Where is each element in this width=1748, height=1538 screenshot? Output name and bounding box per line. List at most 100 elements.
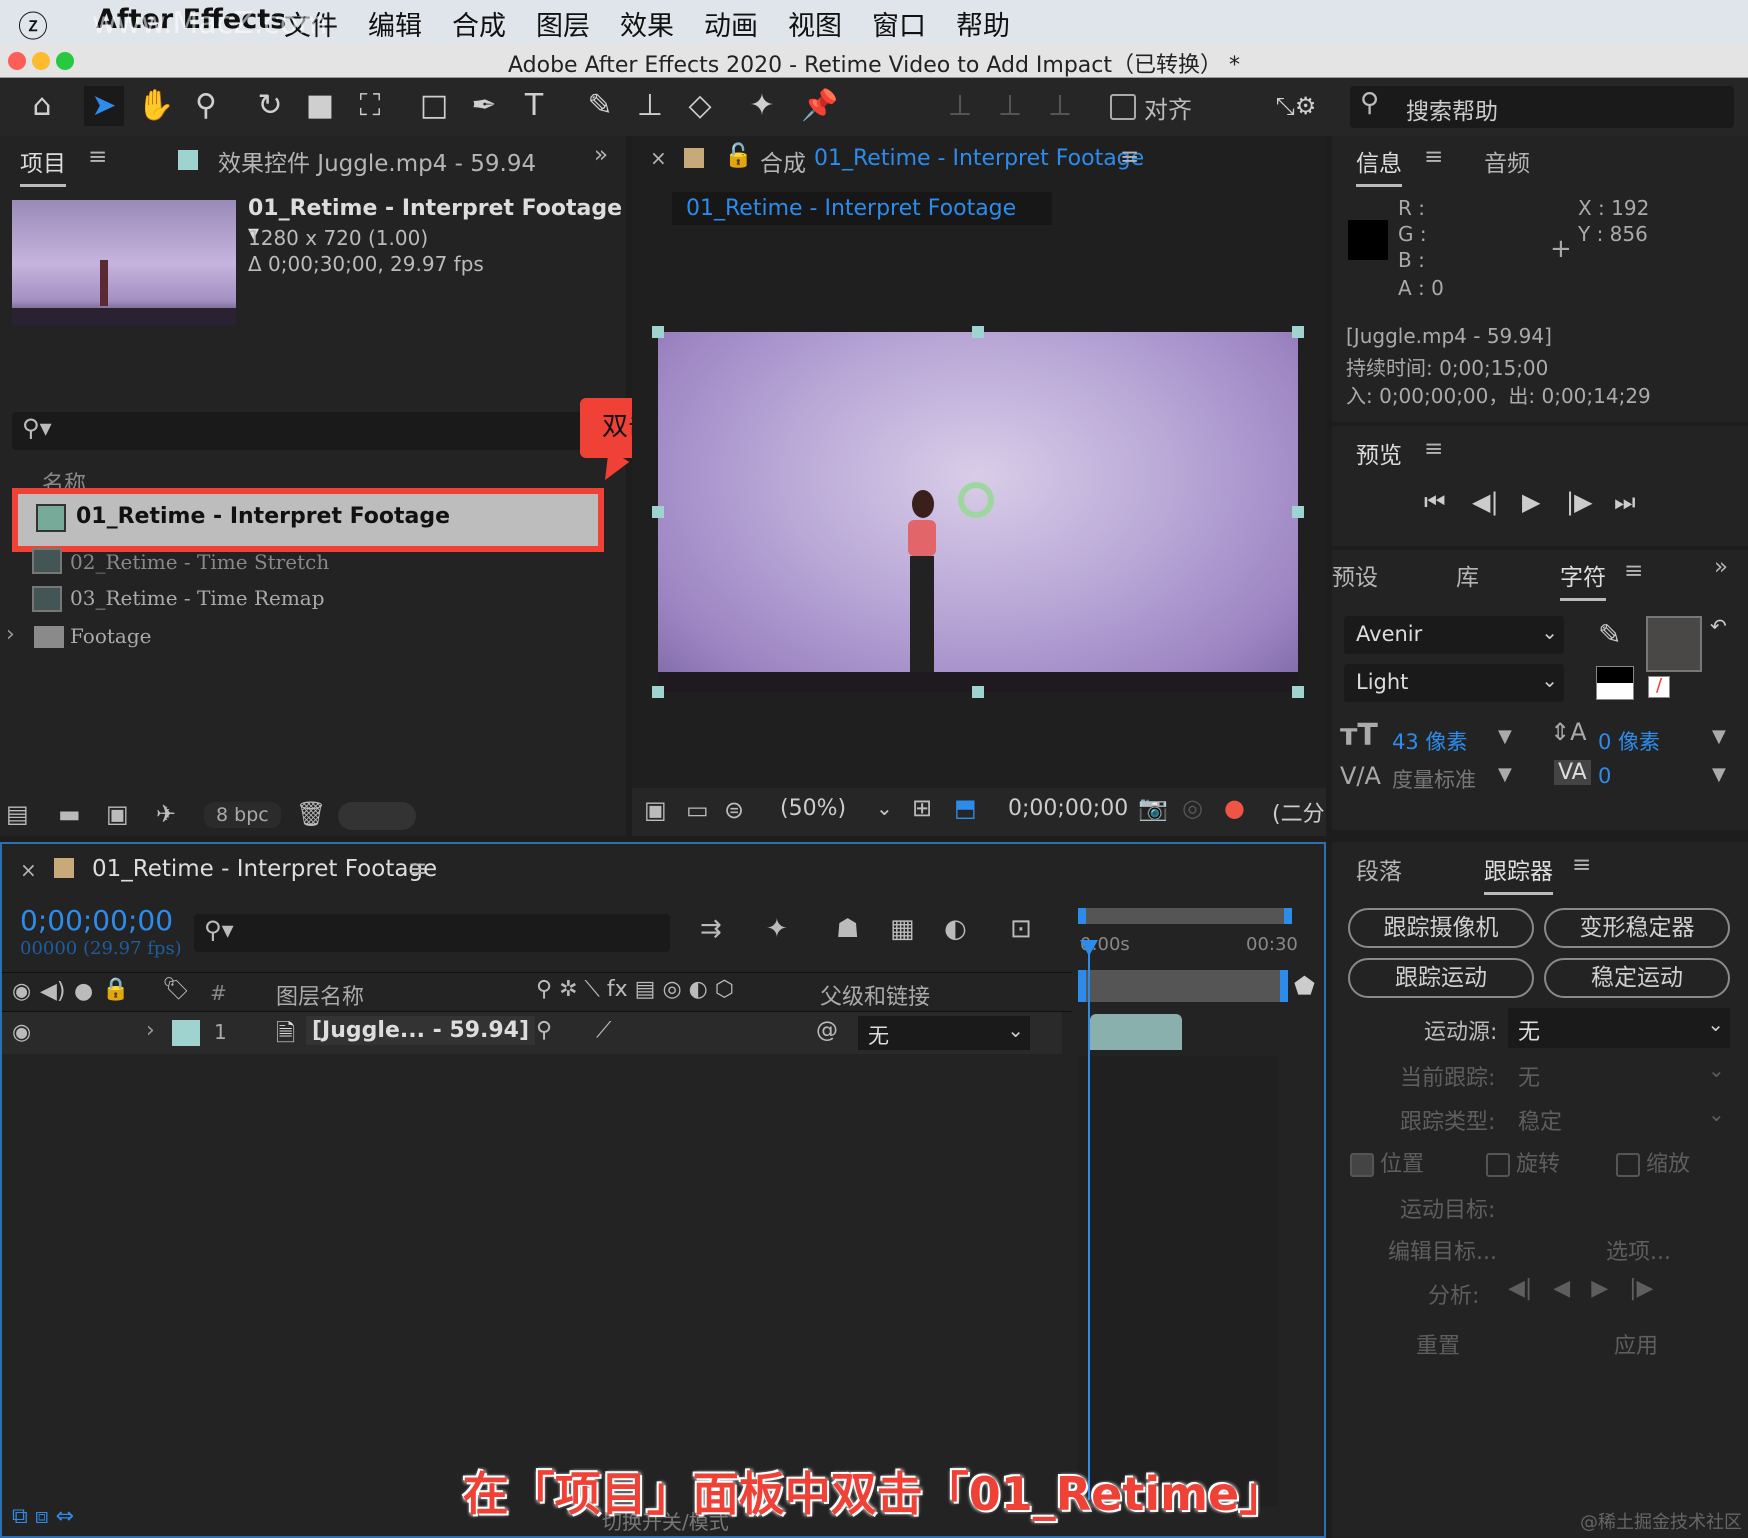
timeline-search-input[interactable]: ⚲▾ xyxy=(194,914,670,952)
transparency-grid-icon[interactable]: ⬒ xyxy=(954,794,977,822)
project-item-02[interactable]: 02_Retime - Time Stretch xyxy=(30,544,590,578)
layer-handle-tm[interactable] xyxy=(972,326,984,338)
brush-tool-icon[interactable]: ✎ xyxy=(580,86,620,126)
collapse-switch-icon[interactable]: ⚲ xyxy=(536,1018,552,1043)
tab-timeline[interactable]: 01_Retime - Interpret Footage xyxy=(92,856,437,882)
mask-icon[interactable]: ⊜ xyxy=(724,796,744,824)
comp-marker-icon[interactable]: ⬟ xyxy=(1294,972,1315,1000)
trash-icon[interactable]: 🗑 xyxy=(296,800,326,828)
axis-mode-icon[interactable]: ⟂ xyxy=(940,86,980,126)
draft-3d-icon[interactable]: ✦ xyxy=(766,914,788,944)
layer-handle-tr[interactable] xyxy=(1292,326,1304,338)
tab-character[interactable]: 字符 xyxy=(1560,558,1606,601)
eyedropper-icon[interactable]: ✎ xyxy=(1598,618,1621,651)
menu-effect[interactable]: 效果 xyxy=(620,4,674,43)
font-family-select[interactable]: Avenir ⌄ xyxy=(1344,616,1564,654)
bit-depth-button[interactable]: 8 bpc xyxy=(204,802,281,828)
project-folder-footage[interactable]: › Footage xyxy=(4,620,584,654)
channel-rgb-icon[interactable]: ● xyxy=(1224,794,1245,822)
chevron-down-icon[interactable]: ▼ xyxy=(1712,726,1726,747)
eye-icon[interactable]: ◉ xyxy=(12,979,31,1004)
axis-view-icon[interactable]: ⟂ xyxy=(1040,86,1080,126)
expand-chevron-icon[interactable]: › xyxy=(6,622,15,647)
stabilize-motion-button[interactable]: 稳定运动 xyxy=(1544,958,1730,998)
audio-icon[interactable]: ◀) xyxy=(40,979,66,1004)
layer-name[interactable]: [Juggle... - 59.94] xyxy=(306,1016,536,1045)
tab-tracker[interactable]: 跟踪器 xyxy=(1484,852,1553,895)
hand-tool-icon[interactable]: ✋ xyxy=(136,86,176,126)
edit-target-button[interactable]: 编辑目标... xyxy=(1388,1234,1497,1266)
reset-button[interactable]: 重置 xyxy=(1416,1328,1460,1360)
new-folder-icon[interactable]: ▬ xyxy=(58,800,81,828)
next-frame-icon[interactable]: |▶ xyxy=(1566,488,1593,516)
interpret-footage-icon[interactable]: ▤ xyxy=(6,800,29,828)
label-icon[interactable]: 🏷 xyxy=(162,977,190,1002)
tab-effect-controls[interactable]: 效果控件 Juggle.mp4 - 59.94 xyxy=(218,144,536,178)
black-white-swatch[interactable] xyxy=(1596,666,1634,700)
menu-layer[interactable]: 图层 xyxy=(536,4,590,43)
track-motion-button[interactable]: 跟踪运动 xyxy=(1348,958,1534,998)
scale-checkbox[interactable]: 缩放 xyxy=(1616,1146,1690,1178)
tab-preview[interactable]: 预览 xyxy=(1356,436,1402,470)
play-icon[interactable]: ▶ xyxy=(1522,488,1540,516)
kerning-value[interactable]: 度量标准 xyxy=(1392,764,1476,794)
tab-composition[interactable]: 01_Retime - Interpret Footage xyxy=(814,146,1144,171)
motion-blur-icon[interactable]: ◐ xyxy=(944,914,967,944)
tab-audio[interactable]: 音频 xyxy=(1484,144,1530,178)
always-preview-icon[interactable]: ▣ xyxy=(644,796,667,824)
lock-icon[interactable]: 🔒 xyxy=(102,977,129,1002)
safe-zones-icon[interactable]: ⊞ xyxy=(912,794,932,822)
frame-blending-icon[interactable]: ▦ xyxy=(890,914,915,944)
layer-handle-bm[interactable] xyxy=(972,686,984,698)
info-menu-icon[interactable]: ≡ xyxy=(1424,144,1443,170)
composition-flowchart-icon[interactable]: ⇉ xyxy=(700,914,722,944)
tab-info[interactable]: 信息 xyxy=(1356,144,1402,187)
timeline-menu-icon[interactable]: ≡ xyxy=(408,856,427,882)
layer-row[interactable]: ◉ › 1 🗎 [Juggle... - 59.94] ⚲ ⟋ @ 无 ⌄ xyxy=(2,1012,1062,1054)
menu-window[interactable]: 窗口 xyxy=(872,4,926,43)
playhead[interactable] xyxy=(1088,940,1090,1500)
character-menu-icon[interactable]: ≡ xyxy=(1624,558,1643,584)
chevron-down-icon[interactable]: ⌄ xyxy=(876,796,893,820)
rotation-checkbox[interactable]: 旋转 xyxy=(1486,1146,1560,1178)
lock-icon[interactable]: 🔓 xyxy=(724,142,753,169)
tab-presets[interactable]: 预设 xyxy=(1332,558,1378,592)
font-size-value[interactable]: 43 像素 xyxy=(1392,726,1467,756)
menu-animation[interactable]: 动画 xyxy=(704,4,758,43)
menu-composition[interactable]: 合成 xyxy=(452,4,506,43)
selection-tool-icon[interactable]: ➤ xyxy=(84,86,124,126)
layer-name-header[interactable]: 图层名称 xyxy=(276,979,364,1011)
work-area-bar[interactable] xyxy=(1078,908,1292,924)
quality-switch-icon[interactable]: ⟋ xyxy=(596,1018,611,1043)
comp-menu-icon[interactable]: ≡ xyxy=(1120,144,1139,170)
camera-tool-icon[interactable]: ■ xyxy=(300,86,340,126)
pen-tool-icon[interactable]: ✒ xyxy=(464,86,504,126)
motion-source-select[interactable]: 无 ⌄ xyxy=(1508,1008,1730,1048)
roto-brush-tool-icon[interactable]: ✦ xyxy=(742,86,782,126)
project-search-input[interactable]: ⚲▾ xyxy=(12,412,582,450)
layer-handle-tl[interactable] xyxy=(652,326,664,338)
type-tool-icon[interactable]: T xyxy=(514,86,554,126)
parent-link-header[interactable]: 父级和链接 xyxy=(820,979,930,1011)
project-item-01[interactable]: 01_Retime - Interpret Footage xyxy=(12,488,604,552)
preview-menu-icon[interactable]: ≡ xyxy=(1424,436,1443,462)
current-time[interactable]: 0;00;00;00 xyxy=(20,904,173,937)
close-tab-icon[interactable]: × xyxy=(650,146,667,170)
tab-project[interactable]: 项目 xyxy=(20,144,66,187)
close-tab-icon[interactable]: × xyxy=(20,858,37,882)
position-checkbox[interactable]: 位置 xyxy=(1350,1146,1424,1178)
options-button[interactable]: 选项... xyxy=(1606,1234,1671,1266)
analyze-controls[interactable]: ◀| ◀ ▶ |▶ xyxy=(1508,1276,1653,1301)
eye-icon[interactable]: ◉ xyxy=(12,1020,31,1045)
align-checkbox[interactable] xyxy=(1110,94,1136,120)
project-menu-icon[interactable]: ≡ xyxy=(88,144,107,170)
panel-overflow-icon[interactable]: » xyxy=(594,142,608,168)
pan-behind-tool-icon[interactable]: ⛶ xyxy=(350,86,390,126)
snapshot-camera-icon[interactable]: 📷 xyxy=(1138,794,1168,822)
zoom-select[interactable]: (50%) xyxy=(780,796,846,821)
resolution-select[interactable]: (二分 xyxy=(1272,796,1325,828)
panel-overflow-icon[interactable]: » xyxy=(1714,554,1728,580)
layer-label-color[interactable] xyxy=(172,1020,200,1046)
shy-layers-icon[interactable]: ☗ xyxy=(836,914,859,944)
eraser-tool-icon[interactable]: ◇ xyxy=(680,86,720,126)
